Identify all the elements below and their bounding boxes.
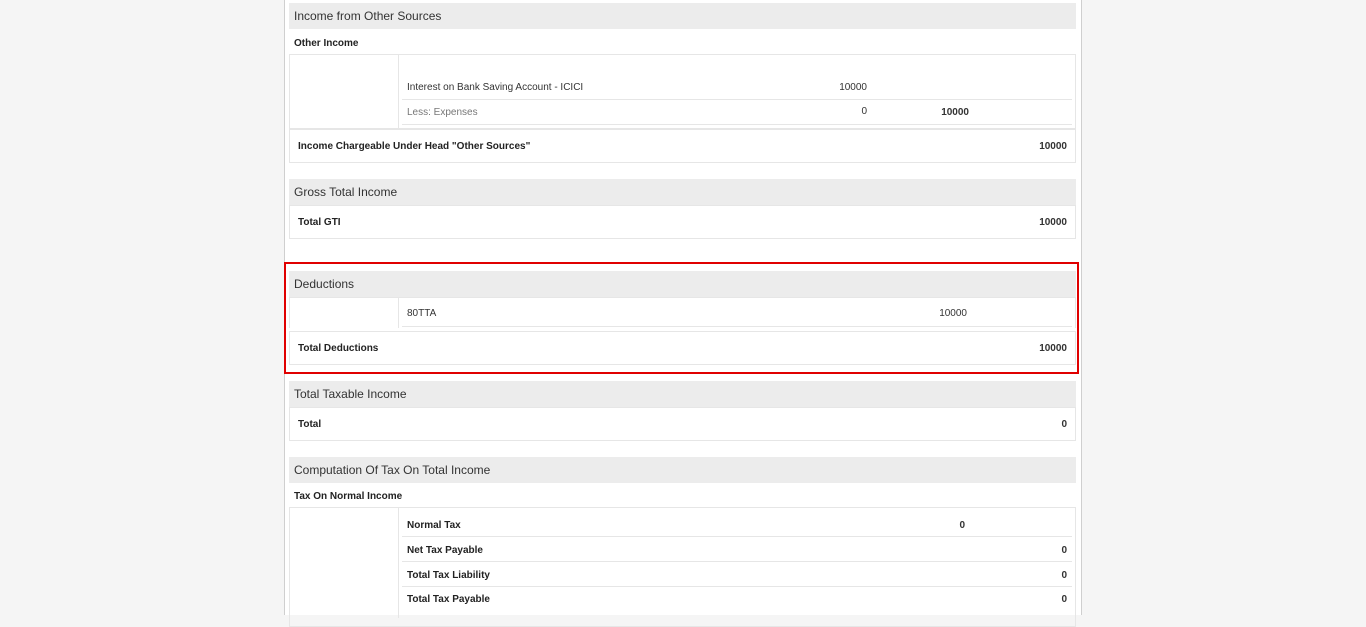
- row-amount-interest: 10000: [839, 82, 867, 93]
- divider: [402, 124, 1072, 125]
- section-header-gross-total: Gross Total Income: [289, 179, 1076, 205]
- normal-tax-label: Normal Tax: [407, 520, 461, 531]
- deduction-label-80tta: 80TTA: [407, 308, 437, 319]
- row-net-other-income: 10000: [941, 107, 969, 118]
- taxable-value: 0: [1061, 419, 1067, 430]
- net-tax-payable-value: 0: [1061, 545, 1067, 556]
- taxable-row: [289, 407, 1076, 441]
- total-tax-payable-value: 0: [1061, 594, 1067, 605]
- subhead-normal-income: Tax On Normal Income: [294, 491, 403, 502]
- row-amount-expenses: 0: [861, 106, 867, 117]
- net-tax-payable-label: Net Tax Payable: [407, 545, 483, 556]
- section-header-taxable: Total Taxable Income: [289, 381, 1076, 407]
- section-header-deductions: Deductions: [289, 271, 1076, 297]
- row-label-interest: Interest on Bank Saving Account - ICICI: [407, 82, 584, 93]
- gti-label: Total GTI: [298, 217, 341, 228]
- total-tax-liability-label: Total Tax Liability: [407, 570, 490, 581]
- total-deductions-value: 10000: [1039, 343, 1067, 354]
- divider: [402, 561, 1072, 562]
- divider: [398, 508, 399, 618]
- normal-tax-value: 0: [959, 520, 965, 531]
- chargeable-value: 10000: [1039, 141, 1067, 152]
- total-deductions-row: [289, 331, 1076, 365]
- divider: [402, 536, 1072, 537]
- gross-total-row: [289, 205, 1076, 239]
- total-tax-payable-label: Total Tax Payable: [407, 594, 490, 605]
- subhead-other-income: Other Income: [294, 38, 359, 49]
- divider: [402, 586, 1072, 587]
- total-tax-liability-value: 0: [1061, 570, 1067, 581]
- divider: [398, 55, 399, 128]
- taxable-label: Total: [298, 419, 322, 430]
- divider: [402, 326, 1072, 327]
- tax-computation-page: Income from Other Sources Other Income I…: [284, 0, 1082, 627]
- gti-value: 10000: [1039, 217, 1067, 228]
- divider: [402, 99, 1072, 100]
- divider: [398, 298, 399, 328]
- total-deductions-label: Total Deductions: [298, 343, 379, 354]
- deduction-value-80tta: 10000: [939, 308, 967, 319]
- section-header-other-sources: Income from Other Sources: [289, 3, 1076, 29]
- chargeable-label: Income Chargeable Under Head "Other Sour…: [298, 141, 531, 152]
- section-header-computation: Computation Of Tax On Total Income: [289, 457, 1076, 483]
- row-label-expenses: Less: Expenses: [407, 107, 478, 118]
